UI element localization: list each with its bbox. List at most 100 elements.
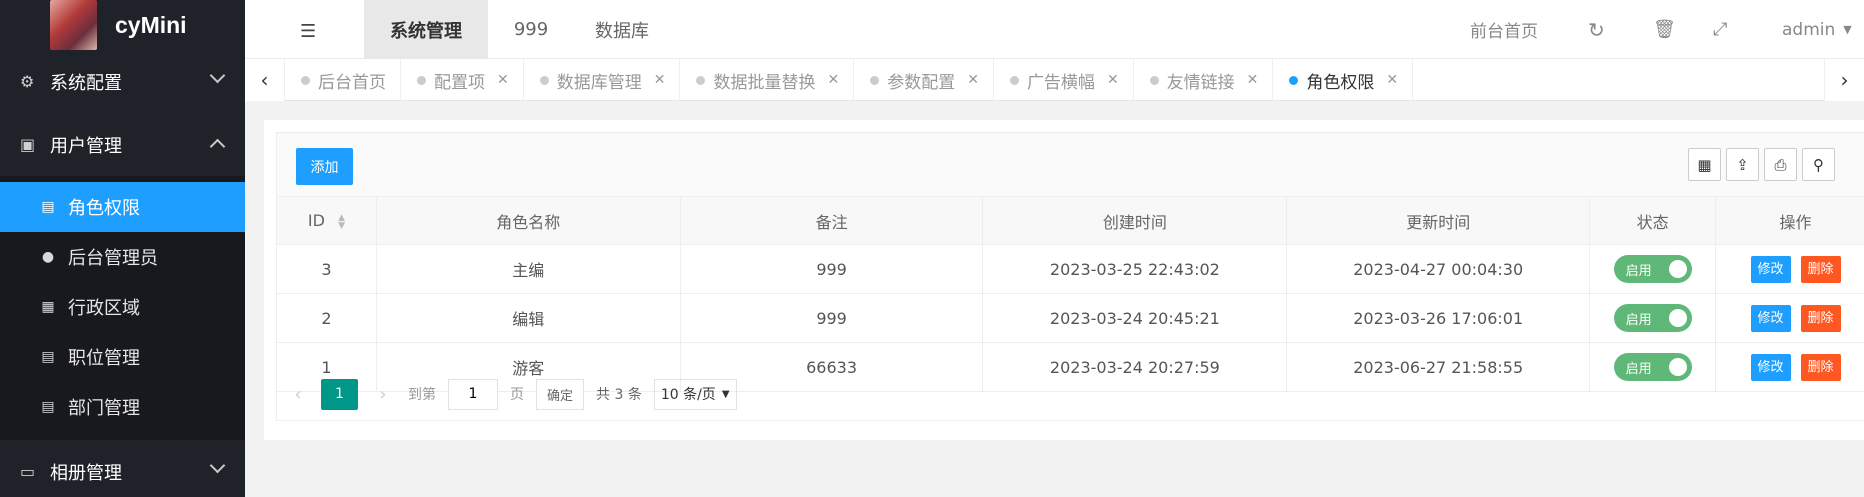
- close-icon[interactable]: ✕: [654, 72, 666, 88]
- delete-button[interactable]: 删除: [1800, 255, 1841, 283]
- table-row: 2 编辑 999 2023-03-24 20:45:21 2023-03-26 …: [276, 293, 1864, 343]
- page-size-select[interactable]: 10 条/页 ▼: [653, 378, 737, 410]
- columns-icon[interactable]: ▦: [1688, 148, 1721, 181]
- goto-page-input[interactable]: [448, 378, 498, 410]
- delete-button[interactable]: 删除: [1800, 304, 1841, 332]
- total-count: 共 3 条: [596, 387, 642, 403]
- chevron-up-icon: [209, 138, 226, 155]
- toggle-knob: [1668, 309, 1687, 327]
- page-tab-links[interactable]: 友情链接 ✕: [1134, 59, 1274, 101]
- search-icon[interactable]: ⚲: [1802, 148, 1835, 181]
- fullscreen-icon[interactable]: ⤢: [1713, 0, 1727, 59]
- col-updated: 更新时间: [1286, 196, 1591, 245]
- users-icon: ●: [41, 249, 55, 265]
- roles-table: ID ▲ ▼ 角色名称 备注 创建时间 更新时间 状态 操作 3 主编 999 2…: [276, 196, 1864, 392]
- grid-icon: ▦: [41, 299, 55, 315]
- logo[interactable]: cyMini: [0, 0, 245, 50]
- close-icon[interactable]: ✕: [827, 72, 839, 88]
- page-tab-home[interactable]: 后台首页: [285, 59, 401, 101]
- page-tab-config[interactable]: 配置项 ✕: [401, 59, 524, 101]
- col-name: 角色名称: [375, 196, 681, 245]
- cell-created: 2023-03-25 22:43:02: [982, 244, 1288, 294]
- cell-status: 启用: [1589, 293, 1717, 343]
- col-created: 创建时间: [982, 196, 1288, 245]
- prev-page-icon[interactable]: ‹: [283, 384, 313, 405]
- export-icon[interactable]: ⇪: [1726, 148, 1759, 181]
- sidebar-item-regions[interactable]: ▦ 行政区域: [0, 282, 245, 332]
- top-tab-database[interactable]: 数据库: [574, 0, 670, 59]
- page-tab-batch-replace[interactable]: 数据批量替换 ✕: [680, 59, 855, 101]
- sidebar-group-system-config[interactable]: ⚙ 系统配置: [0, 50, 245, 113]
- col-label: ID: [307, 211, 325, 230]
- close-icon[interactable]: ✕: [1247, 72, 1259, 88]
- sidebar-group-albums[interactable]: ▭ 相册管理: [0, 440, 245, 497]
- id-card-icon: ▤: [41, 399, 55, 415]
- sidebar-item-departments[interactable]: ▤ 部门管理: [0, 382, 245, 432]
- sidebar-item-label: 部门管理: [68, 398, 140, 419]
- id-card-icon: ▤: [41, 199, 55, 215]
- page-tab-db-manage[interactable]: 数据库管理 ✕: [524, 59, 681, 101]
- status-toggle[interactable]: 启用: [1613, 255, 1692, 283]
- print-icon[interactable]: ⎙: [1764, 148, 1797, 181]
- page-tabs: 后台首页 配置项 ✕ 数据库管理 ✕ 数据批量替换 ✕ 参数配置 ✕ 广告横幅 …: [285, 59, 1414, 101]
- sidebar-item-label: 职位管理: [68, 348, 140, 369]
- tabs-scroll-right-icon[interactable]: ›: [1824, 59, 1864, 101]
- top-tab-999[interactable]: 999: [488, 0, 574, 59]
- current-page[interactable]: 1: [321, 378, 358, 410]
- cell-remark: 999: [679, 293, 984, 343]
- sidebar-item-role-permissions[interactable]: ▤ 角色权限: [0, 182, 245, 232]
- add-button[interactable]: 添加: [296, 148, 353, 185]
- cell-name: 编辑: [375, 293, 681, 343]
- sidebar-item-admins[interactable]: ● 后台管理员: [0, 232, 245, 282]
- col-actions: 操作: [1715, 196, 1864, 245]
- close-icon[interactable]: ✕: [1386, 72, 1398, 88]
- cell-created: 2023-03-24 20:45:21: [982, 293, 1288, 343]
- page-tab-label: 数据批量替换: [713, 72, 816, 93]
- cell-remark: 999: [679, 244, 984, 294]
- caret-down-icon: ▼: [1843, 23, 1852, 36]
- edit-button[interactable]: 修改: [1750, 255, 1791, 283]
- close-icon[interactable]: ✕: [497, 72, 509, 88]
- sidebar-item-positions[interactable]: ▤ 职位管理: [0, 332, 245, 382]
- goto-confirm-button[interactable]: 确定: [536, 378, 585, 410]
- page-size-value: 10 条/页: [660, 387, 716, 403]
- sidebar-item-label: 行政区域: [68, 298, 140, 319]
- page-tab-label: 数据库管理: [556, 72, 642, 93]
- user-menu[interactable]: admin ▼: [1782, 0, 1852, 59]
- sidebar: cyMini ⚙ 系统配置 ▣ 用户管理 ▤ 角色权限 ● 后台管理员 ▦ 行政…: [0, 0, 245, 497]
- front-home-link[interactable]: 前台首页: [1470, 0, 1538, 59]
- col-id[interactable]: ID ▲ ▼: [276, 196, 377, 245]
- page-tab-params[interactable]: 参数配置 ✕: [854, 59, 994, 101]
- tab-dot-icon: [1009, 75, 1019, 85]
- chevron-down-icon: [209, 457, 226, 474]
- sidebar-item-label: 后台管理员: [68, 248, 158, 269]
- tab-dot-icon: [1289, 75, 1299, 85]
- page-tab-banners[interactable]: 广告横幅 ✕: [994, 59, 1134, 101]
- sidebar-group-label: 系统配置: [50, 72, 122, 94]
- sidebar-group-label: 用户管理: [50, 135, 122, 157]
- toggle-knob: [1668, 260, 1687, 278]
- user-card-icon: ▣: [20, 135, 36, 154]
- tab-dot-icon: [301, 75, 310, 85]
- tabs-scroll-left-icon[interactable]: ‹: [245, 59, 285, 101]
- edit-button[interactable]: 修改: [1750, 304, 1791, 332]
- cell-id: 2: [276, 293, 377, 343]
- close-icon[interactable]: ✕: [967, 72, 979, 88]
- refresh-icon[interactable]: ↻: [1588, 0, 1605, 59]
- next-page-icon[interactable]: ›: [368, 384, 398, 405]
- gears-icon: ⚙: [20, 72, 35, 91]
- close-icon[interactable]: ✕: [1107, 72, 1119, 88]
- sort-icon[interactable]: ▲ ▼: [338, 213, 345, 230]
- tab-dot-icon: [1149, 75, 1159, 85]
- top-tab-system[interactable]: 系统管理: [364, 0, 488, 59]
- hamburger-icon[interactable]: ☰: [300, 21, 316, 42]
- sidebar-group-user-management[interactable]: ▣ 用户管理: [0, 113, 245, 176]
- cell-id: 3: [276, 244, 377, 294]
- status-toggle[interactable]: 启用: [1613, 304, 1692, 332]
- tab-dot-icon: [417, 75, 426, 85]
- trash-icon[interactable]: 🗑: [1653, 0, 1676, 59]
- page-tab-roles[interactable]: 角色权限 ✕: [1273, 59, 1414, 101]
- tab-dot-icon: [539, 75, 549, 85]
- cell-actions: 修改 删除: [1715, 293, 1864, 343]
- cell-status: 启用: [1589, 244, 1717, 294]
